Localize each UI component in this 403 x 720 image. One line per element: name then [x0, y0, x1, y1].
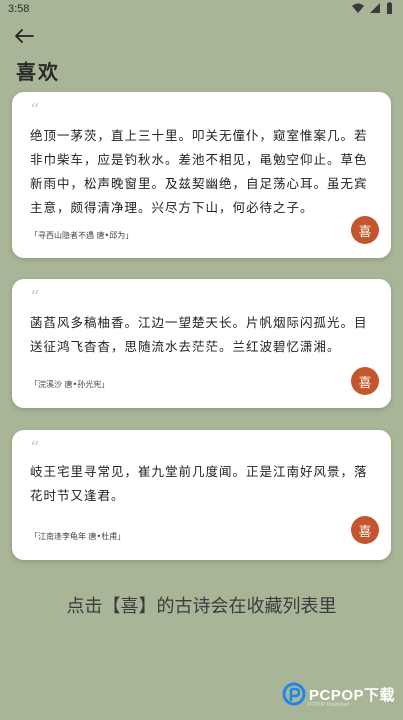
poem-card: “ 绝顶一茅茨，直上三十里。叩关无僮仆，窥室惟案几。若非巾柴车，应是钓秋水。差池…: [12, 92, 391, 258]
battery-icon: [387, 2, 392, 14]
poem-card: “ 菡萏风多稿柚香。江边一望楚天长。片帆烟际闪孤光。目送征鸿飞杳杳，思随流水去茫…: [12, 279, 391, 408]
watermark-subtext: PCPOP Download: [308, 702, 350, 708]
quote-mark: “: [30, 438, 40, 459]
poem-card: “ 岐王宅里寻常见，崔九堂前几度闻。正是江南好风景，落花时节又逢君。 「江南逢李…: [12, 430, 391, 560]
quote-mark: “: [30, 287, 40, 308]
poem-source: 「寻西山隐者不遇 唐•邱为」: [30, 231, 134, 240]
like-button[interactable]: 喜: [351, 216, 379, 244]
arrow-left-icon: [15, 29, 34, 43]
signal-icon: [370, 3, 380, 13]
wifi-icon: [352, 3, 364, 13]
poem-text: 绝顶一茅茨，直上三十里。叩关无僮仆，窥室惟案几。若非巾柴车，应是钓秋水。差池不相…: [30, 128, 368, 215]
page-title: 喜欢: [16, 60, 60, 84]
instruction-caption: 点击【喜】的古诗会在收藏列表里: [66, 596, 337, 617]
poem-source: 「浣溪沙 唐•孙光宪」: [30, 380, 110, 389]
quote-mark: “: [30, 100, 40, 121]
watermark: PCPOP下载 PCPOP Download: [282, 682, 395, 708]
status-icons: [352, 2, 393, 14]
pcpop-logo-icon: [282, 682, 306, 706]
like-button[interactable]: 喜: [351, 367, 379, 395]
status-time: 3:58: [8, 3, 30, 15]
poem-text: 岐王宅里寻常见，崔九堂前几度闻。正是江南好风景，落花时节又逢君。: [30, 464, 368, 503]
status-bar: 3:58: [0, 0, 403, 18]
back-button[interactable]: [12, 26, 36, 46]
like-button[interactable]: 喜: [351, 516, 379, 544]
poem-source: 「江南逢李龟年 唐•杜甫」: [30, 532, 126, 541]
poem-text: 菡萏风多稿柚香。江边一望楚天长。片帆烟际闪孤光。目送征鸿飞杳杳，思随流水去茫茫。…: [30, 315, 368, 354]
